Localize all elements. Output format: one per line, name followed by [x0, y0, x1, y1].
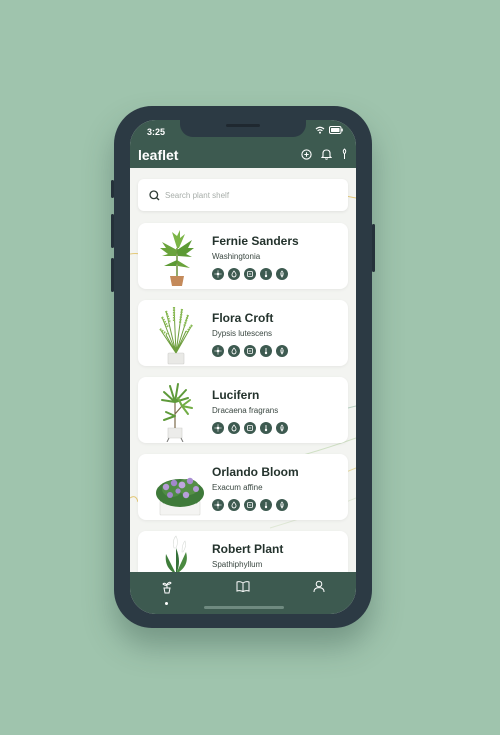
app-title: leaflet	[138, 147, 179, 163]
exacum-flower-image	[156, 477, 204, 516]
volume-down-button	[111, 258, 114, 292]
water-drop-icon	[228, 499, 240, 511]
add-circle-icon[interactable]	[301, 148, 312, 160]
mute-switch	[111, 180, 114, 198]
sun-icon	[212, 422, 224, 434]
guide-book-tab[interactable]	[231, 580, 255, 600]
plant-attributes	[212, 268, 288, 280]
volume-up-button	[111, 214, 114, 248]
leaf-icon	[276, 268, 288, 280]
home-indicator	[204, 606, 284, 609]
sun-icon	[212, 345, 224, 357]
plant-card[interactable]: Orlando Bloom Exacum affine	[138, 454, 348, 520]
palm-plant-image	[160, 230, 194, 286]
plant-card[interactable]: Fernie Sanders Washingtonia	[138, 223, 348, 289]
pot-icon	[260, 499, 272, 511]
plant-name: Orlando Bloom	[212, 465, 299, 479]
leaf-icon	[276, 422, 288, 434]
bell-icon[interactable]	[321, 148, 332, 160]
active-tab-indicator	[165, 602, 168, 605]
search-bar[interactable]	[138, 179, 348, 211]
plant-species: Exacum affine	[212, 483, 263, 492]
phone-notch	[180, 120, 306, 137]
app-header: 3:25 leaflet	[130, 120, 356, 168]
plant-species: Dracaena fragrans	[212, 406, 279, 415]
water-drop-icon	[228, 422, 240, 434]
bottom-tab-bar	[130, 572, 356, 614]
plant-name: Lucifern	[212, 388, 260, 402]
leaf-icon	[276, 345, 288, 357]
plant-card[interactable]: Flora Croft Dypsis lutescens	[138, 300, 348, 366]
status-time: 3:25	[147, 127, 166, 137]
areca-palm-image	[159, 306, 193, 365]
peace-lily-image	[165, 535, 187, 572]
plant-species: Dypsis lutescens	[212, 329, 273, 338]
water-drop-icon	[228, 268, 240, 280]
plant-card[interactable]: Lucifern Dracaena fragrans	[138, 377, 348, 443]
plant-attributes	[212, 499, 288, 511]
sun-icon	[212, 268, 224, 280]
plant-attributes	[212, 345, 288, 357]
thermometer-icon	[244, 345, 256, 357]
thermometer-icon	[244, 268, 256, 280]
pot-icon	[260, 422, 272, 434]
plant-card[interactable]: Robert Plant Spathiphyllum	[138, 531, 348, 572]
plant-name: Flora Croft	[212, 311, 274, 325]
dracaena-plant-image	[161, 383, 193, 442]
app-screen: 3:25 leaflet Search plant shelf Fernie S…	[130, 120, 356, 614]
pot-icon	[260, 268, 272, 280]
power-button	[372, 224, 375, 272]
plant-attributes	[212, 422, 288, 434]
search-input[interactable]	[165, 190, 335, 200]
plant-name: Fernie Sanders	[212, 234, 299, 248]
profile-tab[interactable]	[307, 580, 331, 600]
wifi-icon	[315, 126, 325, 134]
plant-name: Robert Plant	[212, 542, 284, 556]
thermometer-icon	[244, 422, 256, 434]
plant-shelf-tab[interactable]	[155, 580, 179, 600]
plant-pot-icon	[162, 581, 172, 594]
sun-icon	[212, 499, 224, 511]
thermometer-icon	[244, 499, 256, 511]
search-icon	[149, 189, 160, 200]
pot-icon	[260, 345, 272, 357]
plant-species: Spathiphyllum	[212, 560, 263, 569]
user-icon	[313, 580, 325, 593]
header-actions	[301, 148, 348, 160]
leaf-icon	[276, 499, 288, 511]
plant-species: Washingtonia	[212, 252, 261, 261]
leaf-pin-icon[interactable]	[341, 148, 348, 160]
book-icon	[236, 581, 250, 592]
battery-icon	[329, 126, 343, 134]
status-icons	[315, 126, 343, 134]
plant-shelf[interactable]: Fernie Sanders Washingtonia Flora Croft …	[130, 168, 356, 572]
water-drop-icon	[228, 345, 240, 357]
